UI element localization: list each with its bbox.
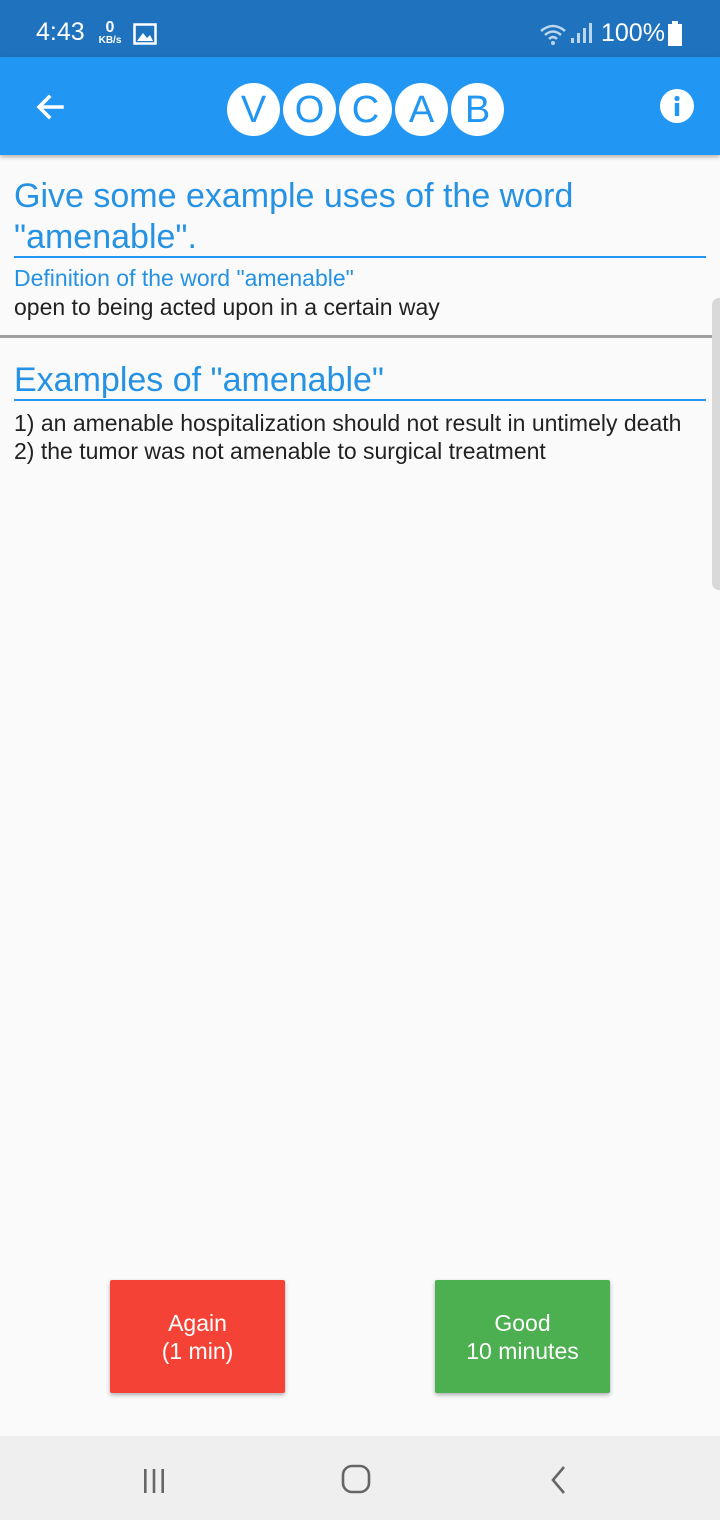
- definition-text: open to being acted upon in a certain wa…: [14, 294, 440, 320]
- again-button[interactable]: Again (1 min): [110, 1280, 285, 1393]
- home-icon[interactable]: [340, 1463, 372, 1495]
- status-bar: 4:43 0 KB/s 100%: [0, 0, 720, 57]
- network-speed-unit: KB/s: [98, 35, 122, 46]
- example-item: 1) an amenable hospitalization should no…: [14, 410, 682, 436]
- again-button-interval: (1 min): [161, 1337, 234, 1364]
- logo-letter: C: [339, 83, 392, 136]
- good-button[interactable]: Good 10 minutes: [435, 1280, 610, 1393]
- logo-letter: V: [227, 83, 280, 136]
- examples-title: Examples of "amenable": [14, 361, 384, 399]
- scrollbar-thumb[interactable]: [712, 298, 720, 590]
- section-divider: [0, 335, 720, 338]
- wifi-icon: [540, 24, 566, 45]
- gallery-icon: [133, 23, 157, 45]
- good-button-interval: 10 minutes: [466, 1337, 579, 1364]
- nav-back-icon[interactable]: [546, 1464, 572, 1496]
- again-button-label: Again: [168, 1309, 227, 1336]
- question-divider: [14, 256, 706, 258]
- status-time: 4:43: [36, 18, 85, 46]
- back-arrow-icon[interactable]: [30, 87, 70, 127]
- info-icon[interactable]: [660, 89, 694, 123]
- vocab-logo: V O C A B: [227, 83, 504, 137]
- logo-letter: B: [451, 83, 504, 136]
- recent-apps-icon[interactable]: [139, 1466, 169, 1496]
- definition-label: Definition of the word "amenable": [14, 265, 354, 291]
- navigation-bar: [0, 1436, 720, 1520]
- examples-list: 1) an amenable hospitalization should no…: [14, 409, 694, 465]
- network-speed: 0 KB/s: [96, 20, 124, 46]
- network-speed-value: 0: [105, 19, 115, 36]
- logo-letter: A: [395, 83, 448, 136]
- logo-letter: O: [283, 83, 336, 136]
- examples-divider: [14, 399, 706, 401]
- good-button-label: Good: [494, 1309, 551, 1336]
- battery-icon: [668, 21, 682, 46]
- app-bar: V O C A B: [0, 57, 720, 155]
- battery-percent: 100%: [601, 19, 665, 47]
- signal-icon: [571, 23, 592, 43]
- example-item: 2) the tumor was not amenable to surgica…: [14, 438, 546, 464]
- question-prompt: Give some example uses of the word "amen…: [14, 177, 574, 256]
